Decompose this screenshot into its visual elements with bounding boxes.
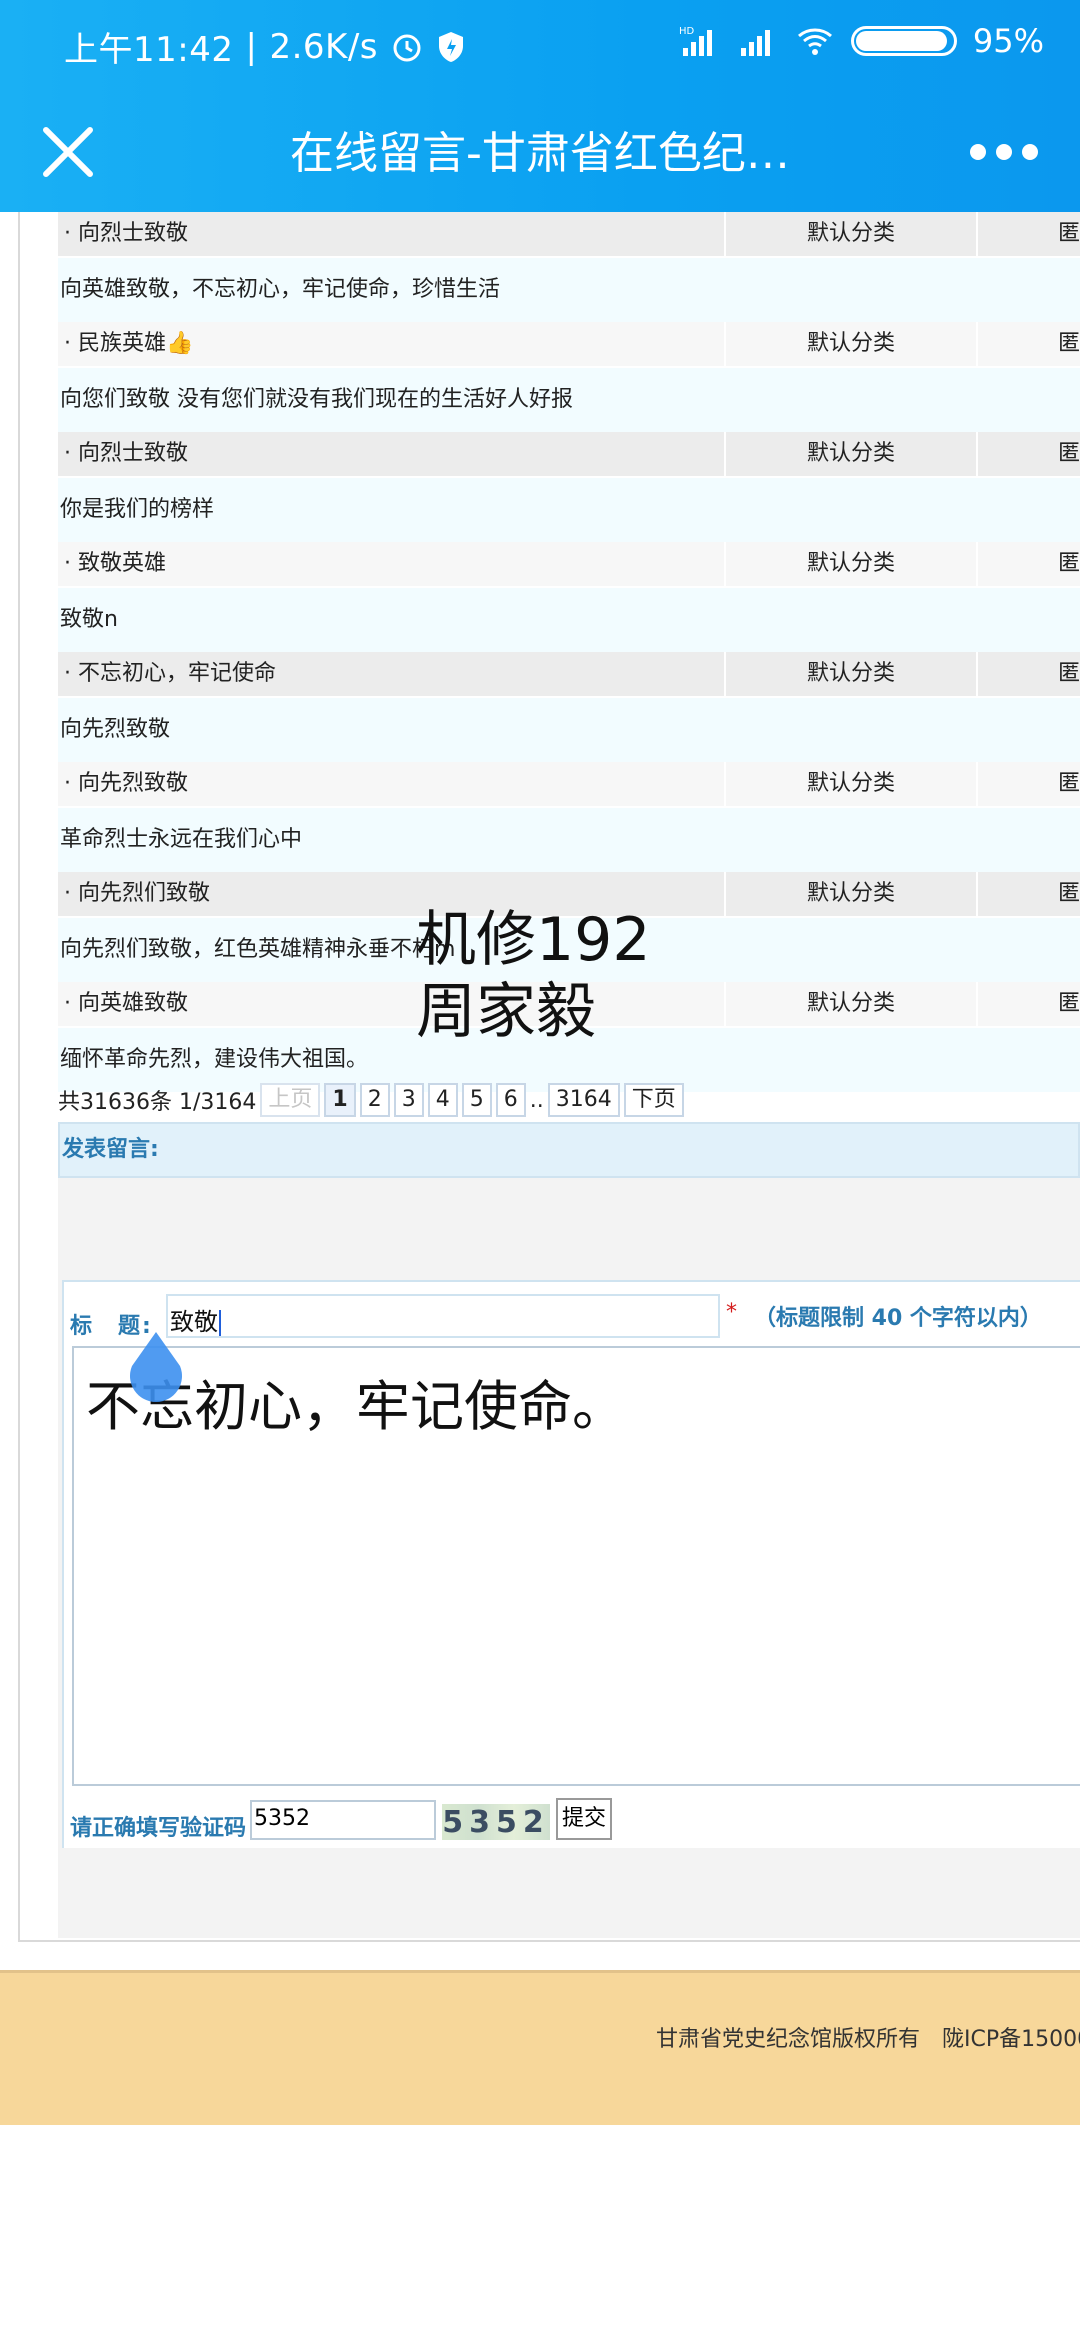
message-title[interactable]: · 向烈士致敬 [58, 432, 726, 476]
message-category: 默认分类 [726, 872, 978, 916]
message-content: 向英雄致敬，不忘初心，牢记使命，珍惜生活 [58, 258, 1080, 322]
status-time: 上午11:42 [64, 30, 234, 70]
footer-copyright: 甘肃省党史纪念馆版权所有 陇ICP备15000 [656, 2027, 1080, 2052]
watermark-line-2: 周家毅 [416, 977, 596, 1047]
status-right: HD 95% [679, 22, 1044, 60]
message-title[interactable]: · 不忘初心，牢记使命 [58, 652, 726, 696]
watermark-overlay: 机修192 周家毅 [416, 904, 651, 1048]
message-author: 匿 [1058, 441, 1080, 466]
submit-button[interactable]: 提交 [556, 1798, 612, 1840]
message-title[interactable]: · 向先烈致敬 [58, 762, 726, 806]
message-category: 默认分类 [726, 322, 978, 366]
app-bar: 在线留言-甘肃省红色纪… [0, 92, 1080, 212]
message-content: 向您们致敬 没有您们就没有我们现在的生活好人好报 [58, 368, 1080, 432]
message-title[interactable]: · 民族英雄👍 [58, 322, 726, 366]
page-2-button[interactable]: 2 [359, 1083, 390, 1117]
message-category: 默认分类 [726, 212, 978, 256]
message-row[interactable]: · 致敬英雄 默认分类 匿 [58, 542, 1080, 588]
message-category: 默认分类 [726, 542, 978, 586]
content-area: · 向烈士致敬 默认分类匿向英雄致敬，不忘初心，牢记使命，珍惜生活 · 民族英雄👍 默… [0, 212, 1080, 1972]
watermark-line-1: 机修192 [416, 905, 651, 975]
captcha-image[interactable]: 5352 [442, 1804, 550, 1840]
shield-icon [439, 31, 463, 62]
more-button[interactable] [954, 112, 1054, 192]
pager-summary: 共31636条 1/3164 [58, 1090, 257, 1115]
message-content: 革命烈士永远在我们心中 [58, 808, 1080, 872]
required-mark: * [726, 1300, 737, 1325]
pagination: 共31636条 1/3164 上页 1 2 3 4 5 6 .. 3164 下页 [58, 1078, 1080, 1122]
page-3-button[interactable]: 3 [393, 1083, 424, 1117]
battery-icon [850, 26, 957, 56]
message-content: 致敬n [58, 588, 1080, 652]
message-row[interactable]: · 向先烈致敬 默认分类 匿 [58, 762, 1080, 808]
svg-text:HD: HD [679, 26, 695, 37]
battery-fill [855, 31, 947, 51]
message-body-textarea[interactable]: 不忘初心，牢记使命。 [72, 1346, 1080, 1786]
message-row[interactable]: · 不忘初心，牢记使命 默认分类 匿 [58, 652, 1080, 698]
status-left: 上午11:42 | 2.6K/s [64, 22, 466, 71]
message-row[interactable]: · 民族英雄👍 默认分类 匿 [58, 322, 1080, 368]
signal-icon [740, 30, 770, 56]
message-category: 默认分类 [726, 762, 978, 806]
message-author: 匿 [1058, 551, 1080, 576]
message-content: 向先烈致敬 [58, 698, 1080, 762]
captcha-label: 请正确填写验证码 [70, 1816, 247, 1841]
message-author: 匿 [1058, 661, 1080, 686]
page-1-button[interactable]: 1 [324, 1083, 356, 1117]
message-content: 你是我们的榜样 [58, 478, 1080, 542]
message-category: 默认分类 [726, 652, 978, 696]
message-title[interactable]: · 致敬英雄 [58, 542, 726, 586]
pager-ellipsis: .. [529, 1087, 544, 1113]
message-author: 匿 [1058, 881, 1080, 906]
top-header: 上午11:42 | 2.6K/s HD 95% 在线留言-甘肃省红色纪… [0, 0, 1080, 212]
message-author: 匿 [1058, 221, 1080, 246]
text-handle-icon[interactable] [124, 1330, 188, 1414]
page-6-button[interactable]: 6 [495, 1083, 526, 1117]
message-category: 默认分类 [726, 982, 978, 1026]
more-icon [970, 144, 986, 160]
message-title[interactable]: · 向烈士致敬 [58, 212, 726, 256]
title-hint: （标题限制 40 个字符以内） [754, 1306, 1042, 1331]
page-title: 在线留言-甘肃省红色纪… [290, 128, 790, 179]
text-caret [219, 1310, 221, 1336]
prev-page-button[interactable]: 上页 [260, 1083, 321, 1117]
site-footer: 甘肃省党史纪念馆版权所有 陇ICP备15000 [0, 1970, 1080, 2125]
close-icon [43, 127, 93, 177]
page-4-button[interactable]: 4 [427, 1083, 458, 1117]
status-net-speed: 2.6K/s [269, 26, 378, 67]
battery-percent: 95% [972, 22, 1044, 60]
message-author: 匿 [1058, 771, 1080, 796]
title-input[interactable]: 致敬 [166, 1294, 720, 1338]
last-page-button[interactable]: 3164 [547, 1083, 620, 1117]
wifi-icon [797, 28, 832, 55]
next-page-button[interactable]: 下页 [623, 1083, 684, 1117]
alarm-icon [393, 34, 421, 61]
status-bar: 上午11:42 | 2.6K/s HD 95% [0, 0, 1080, 92]
message-author: 匿 [1058, 331, 1080, 356]
message-form: 标 题: 致敬 * （标题限制 40 个字符以内） 不忘初心，牢记使命。 请正确… [62, 1280, 1080, 1848]
message-row[interactable]: · 向烈士致敬 默认分类 匿 [58, 212, 1080, 258]
message-author: 匿 [1058, 991, 1080, 1016]
message-row[interactable]: · 向烈士致敬 默认分类 匿 [58, 432, 1080, 478]
close-button[interactable] [28, 112, 108, 192]
captcha-input[interactable]: 5352 [250, 1800, 436, 1840]
post-message-header: 发表留言: [58, 1122, 1080, 1178]
page-5-button[interactable]: 5 [461, 1083, 492, 1117]
hd-signal-icon: HD [679, 26, 712, 56]
message-category: 默认分类 [726, 432, 978, 476]
